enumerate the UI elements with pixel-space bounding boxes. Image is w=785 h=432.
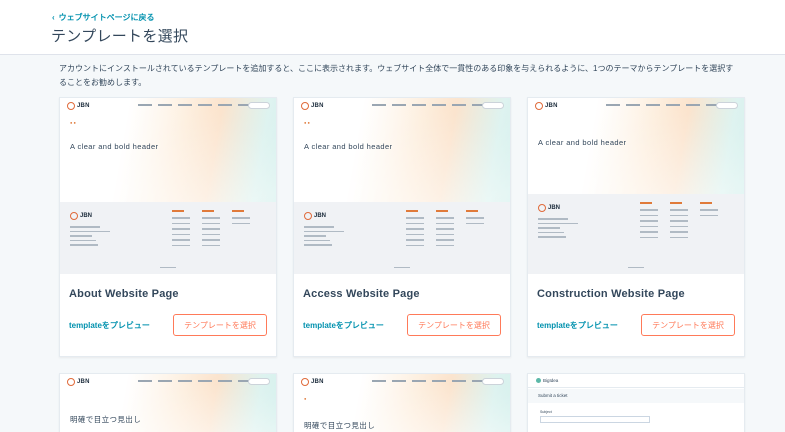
thumbnail-heading: 明確で目立つ見出し [70,415,142,424]
page-description: アカウントにインストールされているテンプレートを追加すると、ここに表示されます。… [59,64,734,87]
chevron-left-icon: ‹ [52,13,55,22]
template-thumbnail[interactable]: JBN ● ● A clear and bold header JBN [294,98,510,274]
jbn-logo: JBN [301,378,324,386]
template-thumbnail[interactable]: JBN ● ● A clear and bold header JBN [60,98,276,274]
bigidea-logo: BigIdea [536,378,558,383]
jbn-logo: JBN [67,102,90,110]
preview-template-link[interactable]: templateをプレビュー [69,320,150,331]
back-to-pages-link[interactable]: ‹ ウェブサイトページに戻る [52,12,155,23]
template-thumbnail[interactable]: BigIdea Submit a ticket Subject [528,374,744,432]
select-template-button[interactable]: テンプレートを選択 [173,314,267,336]
jbn-logo: JBN [535,102,558,110]
template-title: Construction Website Page [537,288,685,300]
select-template-button[interactable]: テンプレートを選択 [641,314,735,336]
jbn-logo: JBN [301,102,324,110]
template-card-partial: JBN ● 明確で目立つ見出し [293,373,511,432]
template-thumbnail[interactable]: JBN A clear and bold header JBN [528,98,744,274]
back-link-label: ウェブサイトページに戻る [58,13,155,22]
template-thumbnail[interactable]: JBN ● 明確で目立つ見出し [294,374,510,432]
template-card-partial: JBN 明確で目立つ見出し [59,373,277,432]
thumbnail-heading: A clear and bold header [538,138,627,147]
select-template-button[interactable]: テンプレートを選択 [407,314,501,336]
template-card-about: JBN ● ● A clear and bold header JBN Abou… [59,97,277,357]
template-title: About Website Page [69,288,179,300]
page-title: テンプレートを選択 [51,28,189,45]
template-thumbnail[interactable]: JBN 明確で目立つ見出し [60,374,276,432]
template-card-access: JBN ● ● A clear and bold header JBN Acce… [293,97,511,357]
preview-template-link[interactable]: templateをプレビュー [537,320,618,331]
thumbnail-field-label: Subject [540,410,552,414]
thumbnail-heading: A clear and bold header [304,142,393,151]
thumbnail-heading: 明確で目立つ見出し [304,421,376,430]
page-header: ‹ ウェブサイトページに戻る テンプレートを選択 [0,0,785,55]
template-card-partial: BigIdea Submit a ticket Subject [527,373,745,432]
template-card-construction: JBN A clear and bold header JBN Construc… [527,97,745,357]
thumbnail-banner: Submit a ticket [538,393,568,398]
thumbnail-heading: A clear and bold header [70,142,159,151]
template-title: Access Website Page [303,288,420,300]
jbn-logo: JBN [67,378,90,386]
preview-template-link[interactable]: templateをプレビュー [303,320,384,331]
